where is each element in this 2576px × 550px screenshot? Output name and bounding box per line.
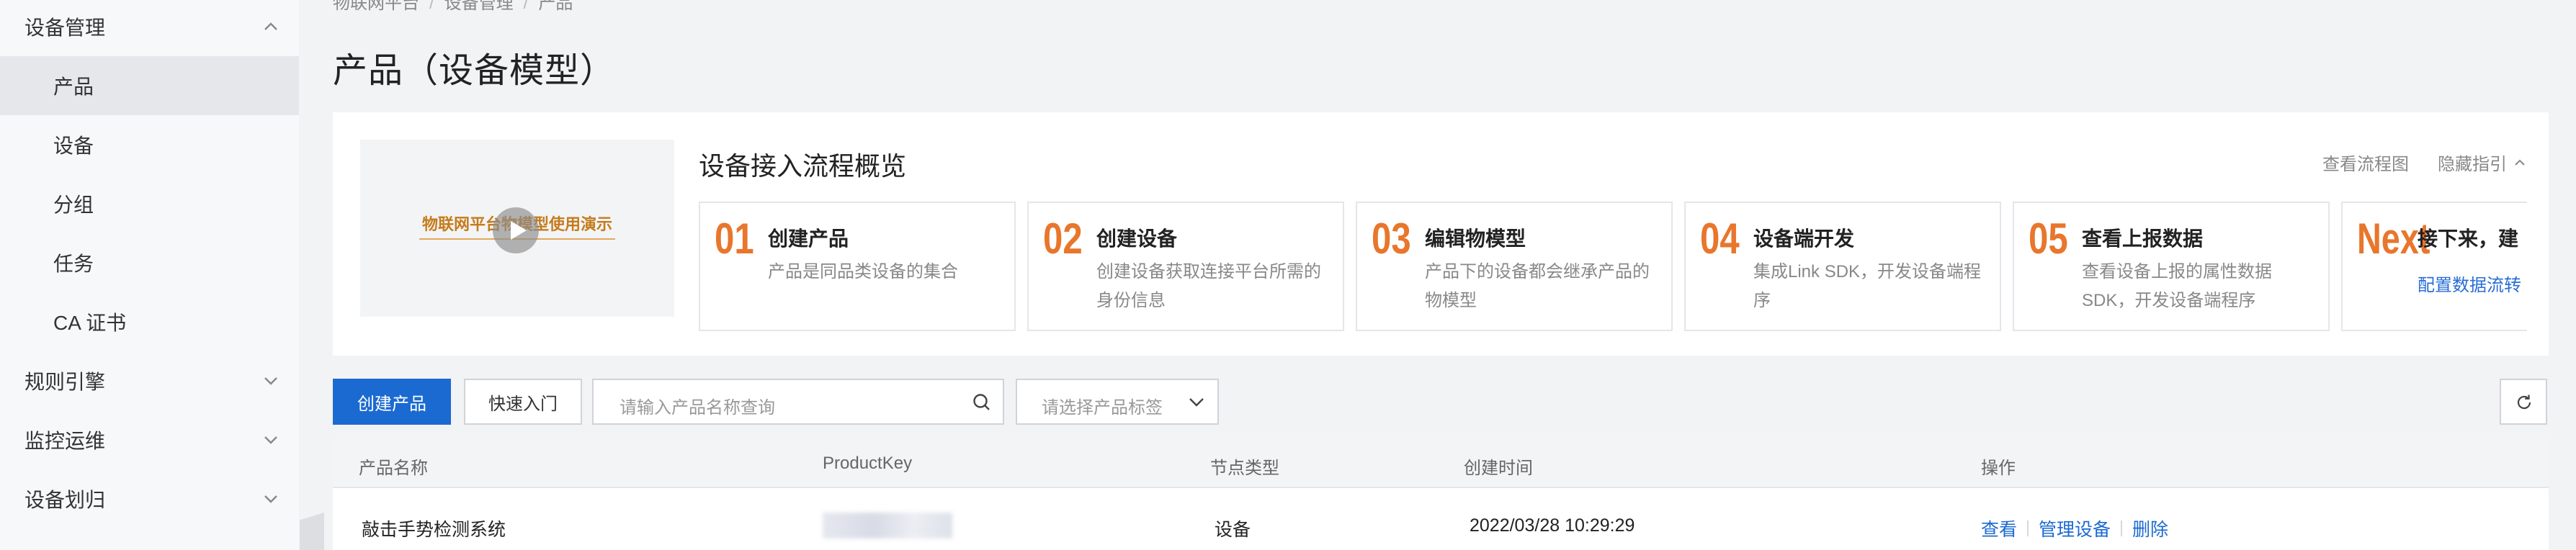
sidebar-group-device-assign[interactable]: 设备划归 bbox=[0, 469, 299, 528]
chevron-up-icon bbox=[2515, 159, 2525, 166]
column-header: 操作 bbox=[1981, 459, 2016, 478]
chevron-down-icon bbox=[264, 495, 277, 503]
step-number: 01 bbox=[715, 215, 754, 263]
refresh-icon bbox=[2517, 395, 2531, 410]
chevron-down-icon bbox=[1189, 398, 1204, 407]
sidebar-collapse-handle[interactable] bbox=[300, 513, 324, 550]
table-row: 敲击手势检测系统 设备 2022/03/28 10:29:29 查看 管理设备 … bbox=[333, 488, 2549, 550]
guide-step-card[interactable]: 03 编辑物模型 产品下的设备都会继承产品的物模型 bbox=[1356, 202, 1673, 331]
table-header: 产品名称 ProductKey 节点类型 创建时间 操作 bbox=[333, 439, 2549, 488]
step-number: 04 bbox=[1700, 215, 1740, 263]
delete-link[interactable]: 删除 bbox=[2132, 515, 2168, 541]
guide-step-card[interactable]: 01 创建产品 产品是同品类设备的集合 bbox=[699, 202, 1016, 331]
guide-step-card[interactable]: 02 创建设备 创建设备获取连接平台所需的身份信息 bbox=[1027, 202, 1344, 331]
quickstart-button[interactable]: 快速入门 bbox=[464, 379, 582, 425]
column-header: 创建时间 bbox=[1464, 459, 1533, 478]
step-title: 编辑物模型 bbox=[1425, 227, 1526, 250]
breadcrumb-item-current: 产品 bbox=[538, 0, 573, 13]
chevron-down-icon bbox=[264, 377, 277, 385]
page-title: 产品（设备模型） bbox=[333, 52, 616, 90]
step-description: 产品下的设备都会继承产品的物模型 bbox=[1425, 262, 1650, 310]
breadcrumb: 物联网平台 / 设备管理 / 产品 bbox=[333, 0, 573, 14]
sidebar-group-rule-engine[interactable]: 规则引擎 bbox=[0, 351, 299, 410]
node-type-cell: 设备 bbox=[1215, 520, 1251, 540]
search-icon[interactable] bbox=[971, 392, 993, 413]
sidebar-item-ca-cert[interactable]: CA 证书 bbox=[0, 292, 299, 351]
row-actions: 查看 管理设备 删除 bbox=[1981, 515, 2168, 541]
created-time-cell: 2022/03/28 10:29:29 bbox=[1470, 515, 1635, 536]
guide-steps: 01 创建产品 产品是同品类设备的集合 02 创建设备 创建设备获取连接平台所需… bbox=[699, 202, 2527, 333]
guide-step-card-next[interactable]: Next 接下来，建 配置数据流转 bbox=[2341, 202, 2527, 331]
sidebar-item-label: 产品 bbox=[53, 76, 94, 98]
product-name-cell: 敲击手势检测系统 bbox=[362, 520, 506, 540]
view-link[interactable]: 查看 bbox=[1981, 515, 2017, 541]
sidebar-item-label: 任务 bbox=[53, 253, 94, 275]
action-divider bbox=[2027, 520, 2029, 536]
column-header: 节点类型 bbox=[1210, 459, 1279, 478]
onboarding-guide-panel: 物联网平台物模型使用演示 设备接入流程概览 查看流程图 隐藏指引 01 创建产品… bbox=[333, 112, 2549, 356]
product-search-input[interactable]: 请输入产品名称查询 bbox=[592, 379, 1004, 425]
view-flowchart-link[interactable]: 查看流程图 bbox=[2322, 150, 2409, 175]
sidebar-item-label: 监控运维 bbox=[24, 430, 106, 452]
step-description: 查看设备上报的属性数据SDK，开发设备端程序 bbox=[2082, 262, 2272, 310]
product-tag-select[interactable]: 请选择产品标签 bbox=[1016, 379, 1219, 425]
step-description: 产品是同品类设备的集合 bbox=[768, 262, 958, 281]
action-divider bbox=[2121, 520, 2123, 536]
hide-guide-link[interactable]: 隐藏指引 bbox=[2438, 150, 2527, 175]
search-placeholder: 请输入产品名称查询 bbox=[620, 398, 775, 418]
step-title: 接下来，建 bbox=[2418, 227, 2519, 250]
sidebar-item-label: 规则引擎 bbox=[24, 371, 106, 393]
manage-devices-link[interactable]: 管理设备 bbox=[2039, 515, 2111, 541]
sidebar-group-device-management[interactable]: 设备管理 bbox=[0, 0, 299, 56]
sidebar-item-label: 设备 bbox=[53, 135, 94, 157]
guide-step-card[interactable]: 05 查看上报数据 查看设备上报的属性数据SDK，开发设备端程序 bbox=[2013, 202, 2330, 331]
play-icon[interactable] bbox=[493, 207, 539, 253]
step-number: 05 bbox=[2029, 215, 2068, 263]
step-title: 创建产品 bbox=[768, 227, 849, 250]
sidebar-group-monitoring[interactable]: 监控运维 bbox=[0, 410, 299, 469]
sidebar-item-device[interactable]: 设备 bbox=[0, 115, 299, 174]
sidebar: 设备管理 产品 设备 分组 任务 CA 证书 规则引擎 监控运维 设备划归 bbox=[0, 0, 299, 550]
chevron-down-icon bbox=[264, 436, 277, 444]
guide-title: 设备接入流程概览 bbox=[699, 151, 907, 181]
configure-data-flow-link[interactable]: 配置数据流转 bbox=[2418, 271, 2521, 296]
chevron-up-icon bbox=[264, 22, 277, 30]
guide-links: 查看流程图 隐藏指引 bbox=[2322, 150, 2527, 175]
sidebar-item-group[interactable]: 分组 bbox=[0, 174, 299, 233]
select-placeholder: 请选择产品标签 bbox=[1042, 398, 1163, 418]
step-title: 设备端开发 bbox=[1753, 227, 1855, 250]
step-description: 创建设备获取连接平台所需的身份信息 bbox=[1096, 262, 1321, 310]
sidebar-item-label: CA 证书 bbox=[53, 312, 127, 334]
sidebar-item-product[interactable]: 产品 bbox=[0, 56, 299, 115]
product-key-redacted bbox=[823, 513, 952, 538]
step-title: 创建设备 bbox=[1096, 227, 1178, 250]
breadcrumb-separator: / bbox=[429, 0, 434, 13]
sidebar-item-task[interactable]: 任务 bbox=[0, 233, 299, 292]
breadcrumb-item[interactable]: 物联网平台 bbox=[333, 0, 419, 13]
step-number: 02 bbox=[1043, 215, 1083, 263]
hide-guide-label: 隐藏指引 bbox=[2438, 155, 2507, 174]
create-product-button[interactable]: 创建产品 bbox=[333, 379, 451, 425]
sidebar-item-label: 分组 bbox=[53, 194, 94, 216]
step-title: 查看上报数据 bbox=[2082, 227, 2204, 250]
column-header: 产品名称 bbox=[359, 459, 428, 478]
guide-step-card[interactable]: 04 设备端开发 集成Link SDK，开发设备端程序 bbox=[1684, 202, 2001, 331]
sidebar-item-label: 设备管理 bbox=[24, 17, 106, 39]
step-number: 03 bbox=[1372, 215, 1411, 263]
breadcrumb-separator: / bbox=[523, 0, 529, 13]
breadcrumb-item[interactable]: 设备管理 bbox=[444, 0, 514, 13]
step-description: 集成Link SDK，开发设备端程序 bbox=[1753, 262, 1982, 310]
refresh-button[interactable] bbox=[2500, 379, 2547, 425]
sidebar-item-label: 设备划归 bbox=[24, 489, 106, 511]
column-header: ProductKey bbox=[823, 454, 913, 473]
demo-video[interactable]: 物联网平台物模型使用演示 bbox=[360, 140, 674, 317]
